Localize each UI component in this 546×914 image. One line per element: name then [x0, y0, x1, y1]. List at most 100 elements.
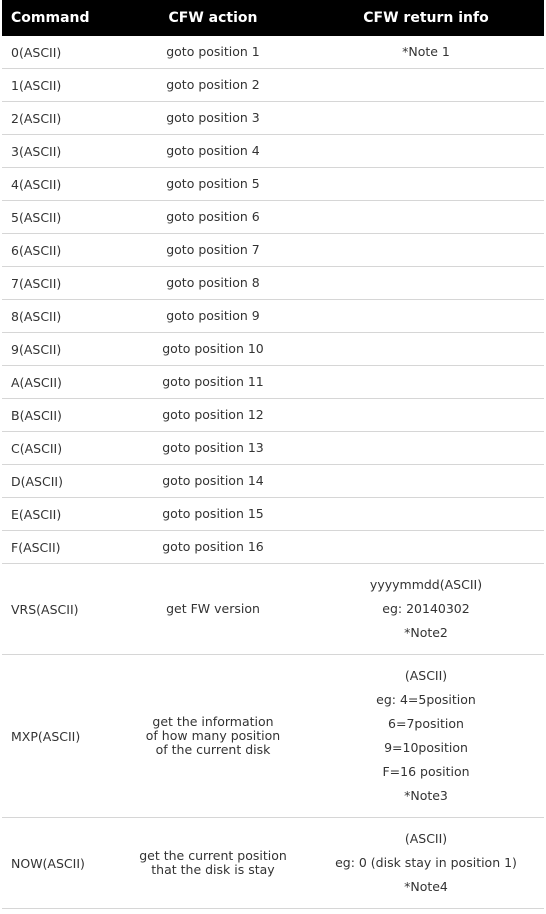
return-info-cell [308, 365, 544, 399]
command-cell: 5(ASCII) [2, 200, 118, 234]
return-info-cell [308, 233, 544, 267]
action-cell: goto position 9 [118, 299, 308, 333]
command-cell: VRS(ASCII) [2, 563, 118, 655]
table-row: 8(ASCII) goto position 9 [2, 299, 544, 333]
return-info-line: eg: 0 (disk stay in position 1) [335, 855, 517, 870]
return-info-cell [308, 530, 544, 564]
command-cell: 3(ASCII) [2, 134, 118, 168]
command-cell: C(ASCII) [2, 431, 118, 465]
table-row: 1(ASCII) goto position 2 [2, 68, 544, 102]
return-info-line: *Note2 [404, 625, 448, 640]
action-line: get the information [152, 714, 274, 729]
return-info-cell [308, 200, 544, 234]
header-cfw-action: CFW action [118, 0, 308, 36]
action-line: goto position 5 [166, 176, 260, 191]
action-line: goto position 16 [162, 539, 264, 554]
return-info-line: eg: 20140302 [382, 601, 470, 616]
table-row: 9(ASCII) goto position 10 [2, 332, 544, 366]
return-info-cell [308, 431, 544, 465]
action-line: that the disk is stay [151, 862, 275, 877]
return-info-cell [308, 497, 544, 531]
table-row: MXP(ASCII) get the information of how many… [2, 654, 544, 818]
action-cell: goto position 8 [118, 266, 308, 300]
action-line: of how many position [145, 728, 281, 743]
action-cell: get the information of how many position o… [118, 654, 308, 818]
table-row: 7(ASCII) goto position 8 [2, 266, 544, 300]
return-info-cell: yyyymmdd(ASCII) eg: 20140302 *Note2 [308, 563, 544, 655]
header-row: Command CFW action CFW return info [2, 0, 544, 36]
action-cell: goto position 11 [118, 365, 308, 399]
action-cell: goto position 16 [118, 530, 308, 564]
command-cell: 9(ASCII) [2, 332, 118, 366]
command-cell: 0(ASCII) [2, 36, 118, 69]
return-info-line: (ASCII) [404, 668, 448, 683]
return-info-line: eg: 4=5position [376, 692, 476, 707]
table-row: 3(ASCII) goto position 4 [2, 134, 544, 168]
return-info-cell: (ASCII) eg: 4=5position 6=7position 9=10pos… [308, 654, 544, 818]
return-info-cell [308, 464, 544, 498]
action-cell: goto position 7 [118, 233, 308, 267]
return-info-cell: *Note 1 [308, 36, 544, 69]
header-command: Command [2, 0, 118, 36]
action-line: goto position 2 [166, 77, 260, 92]
action-cell: goto position 3 [118, 101, 308, 135]
action-line: goto position 9 [166, 308, 260, 323]
command-cell: A(ASCII) [2, 365, 118, 399]
command-cell: B(ASCII) [2, 398, 118, 432]
table-row: B(ASCII) goto position 12 [2, 398, 544, 432]
action-cell: goto position 6 [118, 200, 308, 234]
action-cell: goto position 2 [118, 68, 308, 102]
action-cell: get FW version [118, 563, 308, 655]
command-cell: E(ASCII) [2, 497, 118, 531]
action-line: goto position 7 [166, 242, 260, 257]
return-info-cell [308, 332, 544, 366]
table-row: 2(ASCII) goto position 3 [2, 101, 544, 135]
return-info-cell [308, 68, 544, 102]
command-cell: F(ASCII) [2, 530, 118, 564]
table-row: 5(ASCII) goto position 6 [2, 200, 544, 234]
return-info-line: 6=7position [388, 716, 464, 731]
command-table: Command CFW action CFW return info 0(ASC… [2, 0, 544, 909]
command-cell: 1(ASCII) [2, 68, 118, 102]
action-cell: goto position 15 [118, 497, 308, 531]
return-info-line: yyyymmdd(ASCII) [369, 577, 483, 592]
header-cfw-return-info: CFW return info [308, 0, 544, 36]
table-row: C(ASCII) goto position 13 [2, 431, 544, 465]
return-info-cell [308, 134, 544, 168]
action-line: goto position 6 [166, 209, 260, 224]
action-line: goto position 14 [162, 473, 264, 488]
action-line: goto position 13 [162, 440, 264, 455]
action-line: goto position 15 [162, 506, 264, 521]
return-info-line: *Note3 [404, 788, 448, 803]
action-line: goto position 3 [166, 110, 260, 125]
action-line: goto position 12 [162, 407, 264, 422]
table-body: 0(ASCII) goto position 1 *Note 1 1(ASCII) go… [2, 36, 544, 909]
action-line: goto position 11 [162, 374, 264, 389]
return-info-cell [308, 101, 544, 135]
command-cell: 7(ASCII) [2, 266, 118, 300]
action-line: goto position 8 [166, 275, 260, 290]
return-info-cell [308, 398, 544, 432]
action-cell: goto position 12 [118, 398, 308, 432]
action-cell: goto position 13 [118, 431, 308, 465]
table-row: NOW(ASCII) get the current position that t… [2, 817, 544, 909]
return-info-cell: (ASCII) eg: 0 (disk stay in position 1) *N… [308, 817, 544, 909]
table-row: 6(ASCII) goto position 7 [2, 233, 544, 267]
command-cell: 4(ASCII) [2, 167, 118, 201]
return-info-line: (ASCII) [404, 831, 448, 846]
command-cell: 8(ASCII) [2, 299, 118, 333]
command-cell: 6(ASCII) [2, 233, 118, 267]
action-line: goto position 4 [166, 143, 260, 158]
return-info-line: F=16 position [382, 764, 470, 779]
table-row: D(ASCII) goto position 14 [2, 464, 544, 498]
command-cell: D(ASCII) [2, 464, 118, 498]
return-info-cell [308, 167, 544, 201]
action-cell: goto position 10 [118, 332, 308, 366]
action-line: get FW version [166, 601, 260, 616]
action-line: get the current position [139, 848, 287, 863]
return-info-line: *Note 1 [402, 44, 450, 59]
action-cell: get the current position that the disk is… [118, 817, 308, 909]
return-info-line: *Note4 [404, 879, 448, 894]
action-cell: goto position 5 [118, 167, 308, 201]
command-cell: 2(ASCII) [2, 101, 118, 135]
